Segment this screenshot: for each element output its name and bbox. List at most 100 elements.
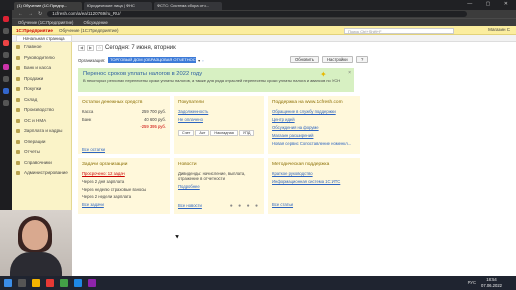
star-icon[interactable]: ☆ [96, 45, 103, 51]
section-item[interactable]: Администрирование [12, 168, 71, 179]
user-name[interactable]: Магазин С [488, 27, 510, 32]
language-indicator[interactable]: РУС [468, 280, 476, 285]
all-tasks-link[interactable]: Все задачи [82, 202, 166, 207]
app-icon[interactable] [3, 40, 9, 46]
task-item[interactable]: Через неделю страховые взносы [82, 187, 166, 192]
section-item[interactable]: Покупки [12, 84, 71, 95]
methods-link[interactable]: Краткое руководство [272, 171, 356, 176]
cash-row: Банк 40 600 руб. [82, 116, 166, 122]
banner-title[interactable]: Перенос сроков уплаты налогов в 2022 год… [83, 71, 349, 77]
section-item[interactable]: Банк и касса [12, 63, 71, 74]
debt-link[interactable]: Задолженность [178, 109, 260, 114]
bookmark-item[interactable]: Обсуждение [83, 20, 107, 25]
support-link[interactable]: Новая сервис Сопоставление номенкл... [272, 141, 356, 146]
announcement-banner: Перенос сроков уплаты налогов в 2022 год… [78, 68, 354, 92]
org-field[interactable]: ТОРГОВЫЙ ДОМ (ОБРАЗЦОВАЯ ОТЧЕТНОСТЬ) [108, 57, 197, 63]
refresh-button[interactable]: Обновить [290, 56, 319, 63]
reload-icon[interactable]: ↻ [38, 11, 42, 17]
tasks-title[interactable]: Задачи организации [82, 162, 166, 167]
act-button[interactable]: Акт [195, 130, 210, 136]
section-icon [16, 66, 20, 71]
news-card: Новости Дивиденды: начисление, выплата, … [174, 158, 264, 214]
section-icon [16, 150, 20, 155]
waybill-button[interactable]: Накладная [210, 130, 238, 136]
invoice-button[interactable]: Счет [178, 130, 195, 136]
cash-title[interactable]: Остатки денежных средств [82, 100, 166, 105]
section-icon [16, 139, 20, 144]
app-icon[interactable] [88, 279, 96, 287]
section-item[interactable]: Зарплата и кадры [12, 126, 71, 137]
support-link[interactable]: Обсуждения на форуме [272, 125, 356, 130]
buyers-title[interactable]: Покупатели [178, 100, 260, 105]
window-controls[interactable]: — ▢ ✕ [467, 1, 514, 7]
back-arrow-icon[interactable]: ◀ [78, 45, 85, 51]
section-item[interactable]: Производство [12, 105, 71, 116]
close-icon[interactable]: × [348, 70, 351, 76]
banner-text: В некоторых регионах перенесены сроки уп… [83, 78, 341, 83]
url-field[interactable]: 1cfresh.com/a/ea/1120769/ru_RU/ [47, 11, 468, 17]
app-icon[interactable] [3, 16, 9, 22]
taskbar: РУС 18:54 07.06.2022 [0, 276, 516, 290]
app-tab-row: Начальная страница [12, 35, 516, 42]
bookmark-item[interactable]: Обучение (1С:Предприятие) [18, 20, 73, 25]
all-articles-link[interactable]: Все статьи [272, 202, 356, 207]
help-button[interactable]: ? [356, 56, 369, 63]
app-icon[interactable] [3, 100, 9, 106]
clock[interactable]: 18:54 07.06.2022 [481, 277, 502, 288]
app-icon[interactable] [3, 52, 9, 58]
section-item[interactable]: Операции [12, 137, 71, 148]
forward-icon[interactable]: → [28, 11, 33, 17]
app-icon[interactable] [3, 76, 9, 82]
all-news-link[interactable]: Все новости [178, 203, 202, 208]
upd-button[interactable]: УПД [238, 130, 255, 136]
windows-start-icon[interactable] [4, 279, 12, 287]
support-link[interactable]: Центр идей [272, 117, 356, 122]
support-link[interactable]: Магазин расширений [272, 133, 356, 138]
overdue-link[interactable]: Просрочено: 12 задач [82, 171, 166, 176]
app-icon[interactable] [74, 279, 82, 287]
explorer-icon[interactable] [32, 279, 40, 287]
methods-link[interactable]: Информационная система 1С:ИТС [272, 179, 356, 184]
search-input[interactable]: Поиск Ctrl+Shift+F [344, 27, 454, 34]
task-item[interactable]: Через 2 недели зарплата [82, 194, 166, 199]
section-item[interactable]: Справочники [12, 158, 71, 169]
section-item[interactable]: Руководителю [12, 53, 71, 64]
section-icon [16, 87, 20, 92]
section-item[interactable]: Склад [12, 95, 71, 106]
support-card: Поддержка на www.1cfresh.com Обращение в… [268, 96, 360, 154]
section-item[interactable]: Главное [12, 42, 71, 53]
support-link[interactable]: Обращение в службу поддержки [272, 109, 356, 114]
app-icon[interactable] [3, 28, 9, 34]
browser-tab[interactable]: ФСТС: Система сбора отч... [154, 2, 222, 10]
main-content: ◀ ▶ ☆ Сегодня: 7 июня, вторник Организац… [72, 42, 516, 275]
unpaid-link[interactable]: Не оплачено [178, 117, 260, 122]
back-icon[interactable]: ← [18, 11, 23, 17]
app-icon[interactable] [46, 279, 54, 287]
cash-total: -259 395 руб. [140, 124, 166, 129]
section-icon [16, 108, 20, 113]
settings-button[interactable]: Настройки [322, 56, 353, 63]
section-item[interactable]: ОС и НМА [12, 116, 71, 127]
app-icon[interactable] [3, 64, 9, 70]
news-title[interactable]: Новости [178, 162, 260, 167]
all-balances-link[interactable]: Все остатки [82, 147, 166, 152]
org-label: Организация: [78, 57, 106, 63]
app-title: Обучение (1С:Предприятие) [58, 27, 119, 33]
app-logo: 1С:Предприятие [16, 27, 53, 33]
open-icon[interactable]: ▫ [202, 58, 203, 63]
browser-tab[interactable]: (1) Обучение (1С:Предпр... [14, 2, 82, 10]
browser-tab[interactable]: Юридические лица | ФНС [84, 2, 152, 10]
dropdown-icon[interactable]: ▾ [198, 58, 200, 63]
tab-home[interactable]: Начальная страница [16, 35, 72, 41]
news-more-link[interactable]: Подробнее [178, 184, 260, 189]
app-icon[interactable] [60, 279, 68, 287]
search-icon[interactable] [18, 279, 26, 287]
app-icon[interactable] [3, 88, 9, 94]
section-item[interactable]: Продажи [12, 74, 71, 85]
cash-row: Касса 259 700 руб. [82, 109, 166, 114]
carousel-dots[interactable]: ● ● ● ● [230, 203, 260, 209]
forward-arrow-icon[interactable]: ▶ [87, 45, 94, 51]
section-item[interactable]: Отчеты [12, 147, 71, 158]
task-item[interactable]: Через 2 дня зарплата [82, 179, 166, 184]
tasks-card: Задачи организации Просрочено: 12 задач … [78, 158, 170, 214]
